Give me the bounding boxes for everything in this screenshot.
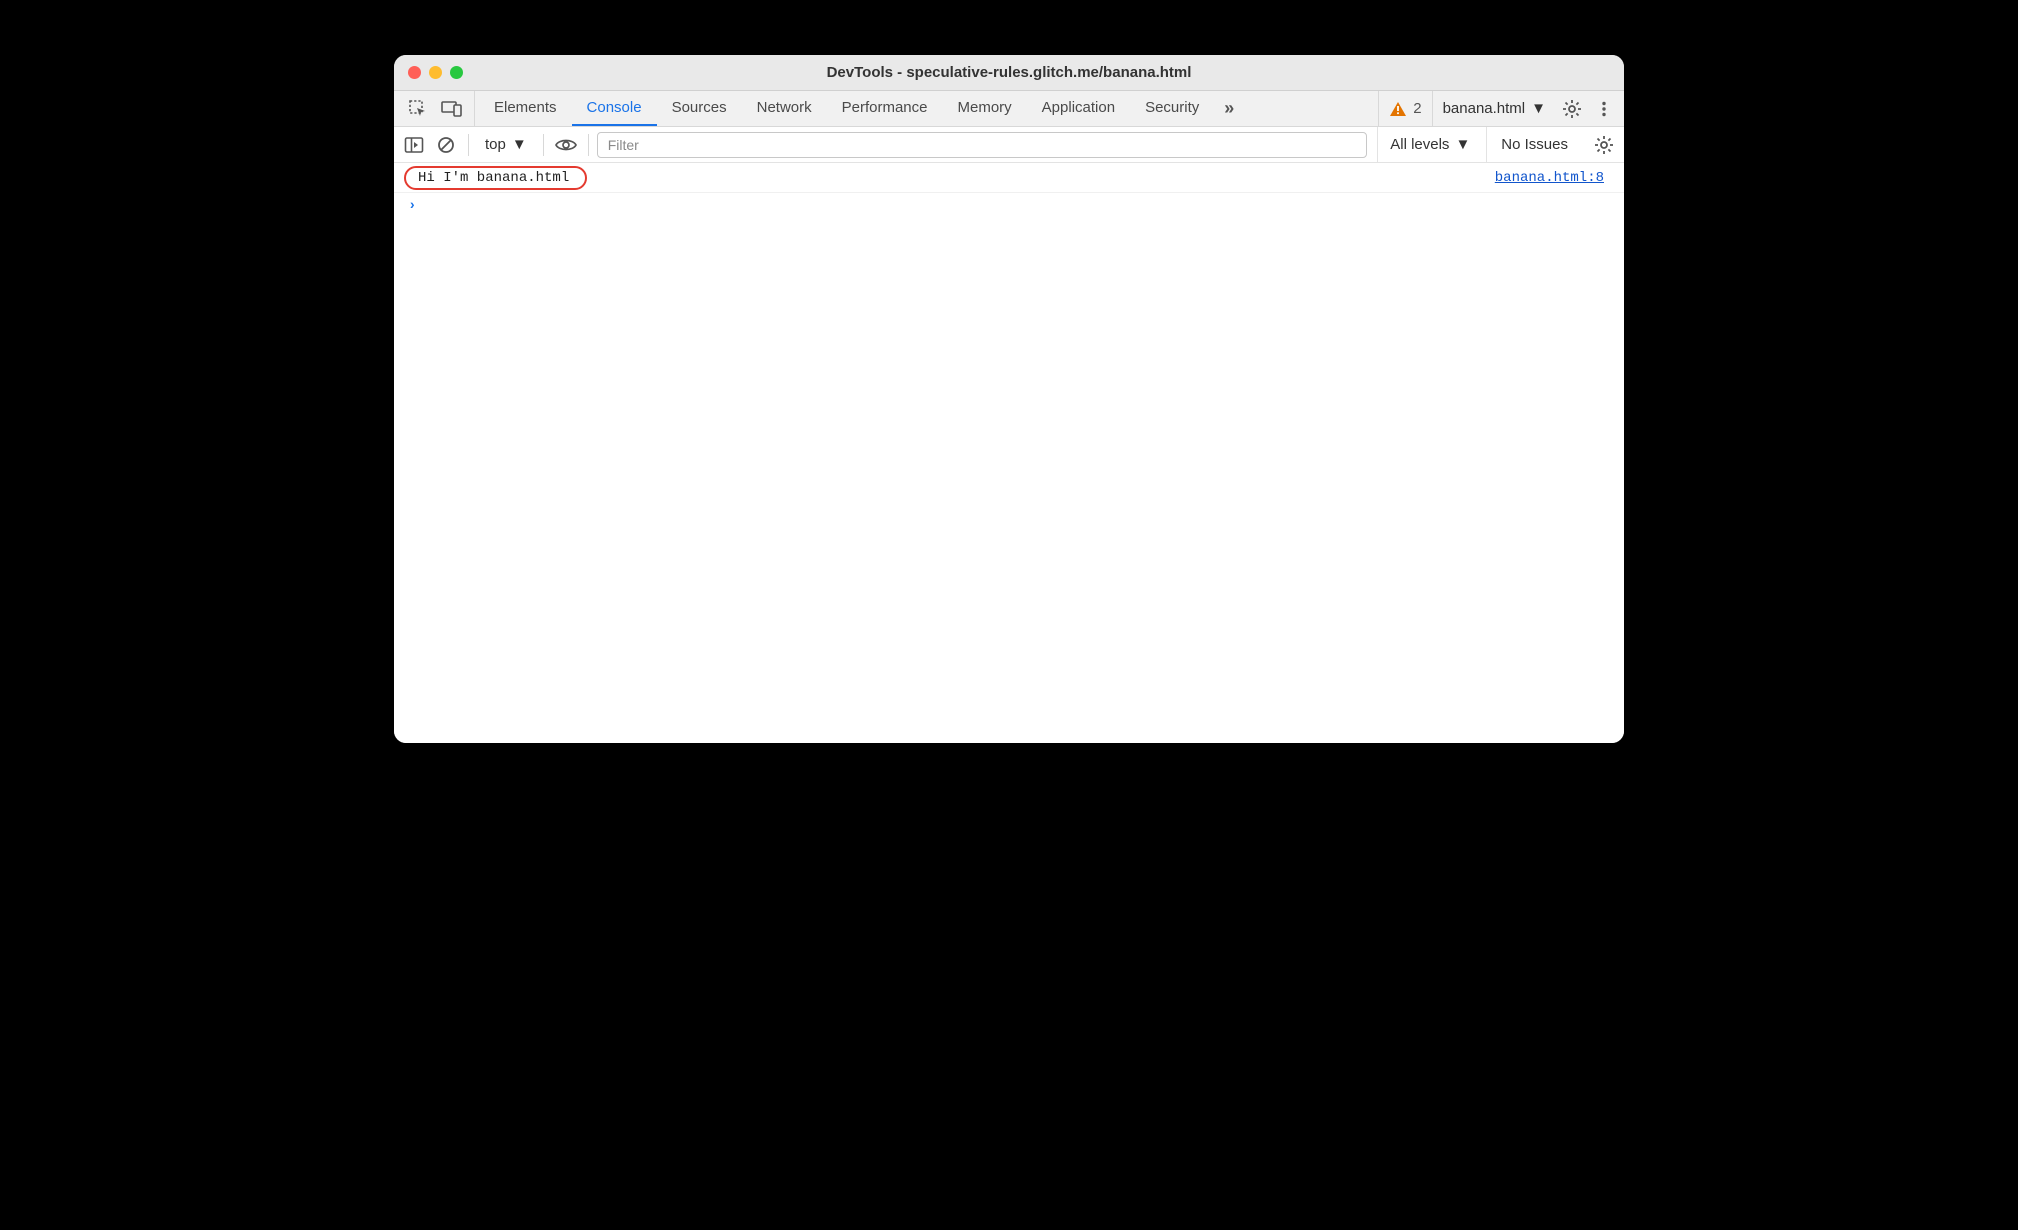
warning-triangle-icon [1389, 101, 1407, 117]
log-source-link[interactable]: banana.html:8 [1495, 170, 1604, 186]
chevron-down-icon: ▼ [1531, 100, 1546, 117]
console-settings-gear-icon[interactable] [1590, 131, 1618, 159]
log-message: Hi I'm banana.html [404, 166, 587, 190]
tab-sources[interactable]: Sources [657, 91, 742, 126]
log-levels-picker[interactable]: All levels ▼ [1377, 127, 1482, 162]
tab-label: Console [587, 99, 642, 116]
live-expression-eye-icon[interactable] [552, 131, 580, 159]
target-label: banana.html [1443, 100, 1526, 117]
minimize-window-button[interactable] [429, 66, 442, 79]
more-menu-icon[interactable] [1588, 91, 1620, 126]
tab-label: Elements [494, 99, 557, 116]
tab-label: Security [1145, 99, 1199, 116]
zoom-window-button[interactable] [450, 66, 463, 79]
settings-gear-icon[interactable] [1556, 91, 1588, 126]
device-toolbar-icon[interactable] [438, 95, 466, 123]
tab-security[interactable]: Security [1130, 91, 1214, 126]
tab-elements[interactable]: Elements [479, 91, 572, 126]
console-toolbar: top ▼ All levels ▼ No Issues [394, 127, 1624, 163]
issues-label: No Issues [1501, 136, 1568, 153]
toggle-sidebar-icon[interactable] [400, 131, 428, 159]
context-picker[interactable]: top ▼ [477, 136, 535, 153]
chevron-down-icon: ▼ [512, 136, 527, 153]
levels-label: All levels [1390, 136, 1449, 153]
chevron-down-icon: ▼ [1455, 136, 1470, 153]
target-picker[interactable]: banana.html ▼ [1432, 91, 1556, 126]
tab-memory[interactable]: Memory [943, 91, 1027, 126]
spacer [1244, 91, 1378, 126]
tab-label: Memory [958, 99, 1012, 116]
tabs-overflow-button[interactable]: » [1214, 91, 1244, 126]
inspect-tools [398, 91, 475, 126]
tab-label: Sources [672, 99, 727, 116]
window-title: DevTools - speculative-rules.glitch.me/b… [394, 64, 1624, 81]
separator [543, 134, 544, 156]
chevron-right-double-icon: » [1224, 98, 1234, 119]
tab-performance[interactable]: Performance [827, 91, 943, 126]
close-window-button[interactable] [408, 66, 421, 79]
tab-label: Network [757, 99, 812, 116]
tab-label: Performance [842, 99, 928, 116]
tab-network[interactable]: Network [742, 91, 827, 126]
devtools-window: DevTools - speculative-rules.glitch.me/b… [394, 55, 1624, 743]
issues-indicator[interactable]: No Issues [1486, 127, 1582, 162]
console-log-row: Hi I'm banana.html banana.html:8 [394, 163, 1624, 193]
tab-label: Application [1042, 99, 1115, 116]
clear-console-icon[interactable] [432, 131, 460, 159]
console-output: Hi I'm banana.html banana.html:8 › [394, 163, 1624, 743]
titlebar: DevTools - speculative-rules.glitch.me/b… [394, 55, 1624, 91]
separator [588, 134, 589, 156]
separator [468, 134, 469, 156]
log-message-wrap: Hi I'm banana.html [404, 166, 587, 190]
tab-console[interactable]: Console [572, 91, 657, 126]
tab-application[interactable]: Application [1027, 91, 1130, 126]
prompt-caret-icon: › [408, 198, 416, 214]
panel-tabs-row: Elements Console Sources Network Perform… [394, 91, 1624, 127]
window-controls [394, 66, 463, 79]
filter-input[interactable] [597, 132, 1368, 158]
console-prompt[interactable]: › [394, 193, 1624, 219]
warnings-count: 2 [1413, 100, 1421, 117]
context-label: top [485, 136, 506, 153]
warnings-indicator[interactable]: 2 [1378, 91, 1431, 126]
inspect-element-icon[interactable] [404, 95, 432, 123]
